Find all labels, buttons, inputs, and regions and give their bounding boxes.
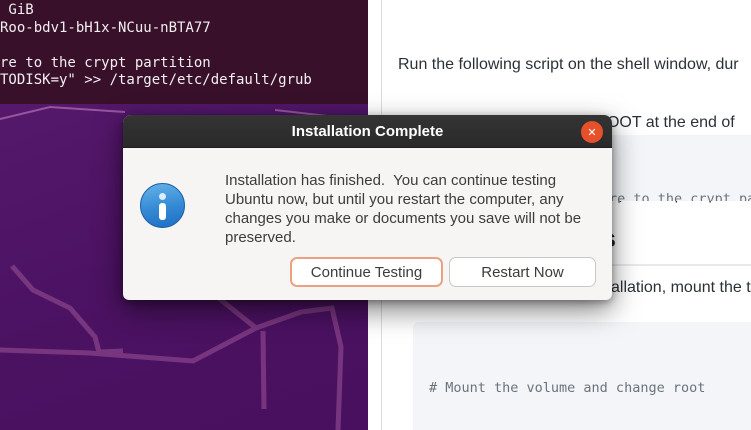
continue-testing-button[interactable]: Continue Testing: [290, 257, 443, 287]
terminal-window[interactable]: GiB Roo-bdv1-bH1x-NCuu-nBTA77 re to the …: [0, 0, 368, 104]
terminal-line: Roo-bdv1-bH1x-NCuu-nBTA77: [0, 20, 368, 38]
close-button[interactable]: ✕: [581, 121, 603, 143]
dialog-message-line: preserved.: [225, 228, 615, 247]
code-comment: re to the crypt pa: [609, 189, 751, 201]
info-icon: [140, 183, 185, 228]
dialog-message-line: Installation has finished. You can conti…: [225, 171, 615, 190]
terminal-line: [0, 37, 368, 55]
terminal-line: re to the crypt partition: [0, 55, 368, 73]
code-block-crypt-text: re to the crypt pa TODISK=y" >> /targ: [609, 149, 751, 201]
code-comment: # Mount the volume and change root: [429, 378, 751, 398]
close-icon: ✕: [587, 126, 596, 139]
dialog-message-line: Ubuntu now, but until you restart the co…: [225, 190, 615, 209]
doc-paragraph-mount-fragment: allation, mount the ta: [611, 276, 751, 300]
installation-complete-dialog: Installation Complete ✕ Installation has…: [123, 115, 612, 300]
terminal-line: GiB: [0, 2, 368, 20]
dialog-message: Installation has finished. You can conti…: [225, 171, 615, 247]
dialog-titlebar[interactable]: Installation Complete ✕: [123, 115, 612, 148]
code-block-mount: # Mount the volume and change root # /ta…: [413, 322, 751, 430]
restart-now-button[interactable]: Restart Now: [449, 257, 596, 287]
dialog-title: Installation Complete: [292, 123, 444, 140]
info-icon-stem: [159, 203, 166, 220]
dialog-message-line: changes you make or documents you save w…: [225, 209, 615, 228]
terminal-line: TODISK=y" >> /target/etc/default/grub: [0, 72, 368, 90]
info-icon-dot: [159, 193, 166, 200]
desktop: GiB Roo-bdv1-bH1x-NCuu-nBTA77 re to the …: [0, 0, 751, 430]
